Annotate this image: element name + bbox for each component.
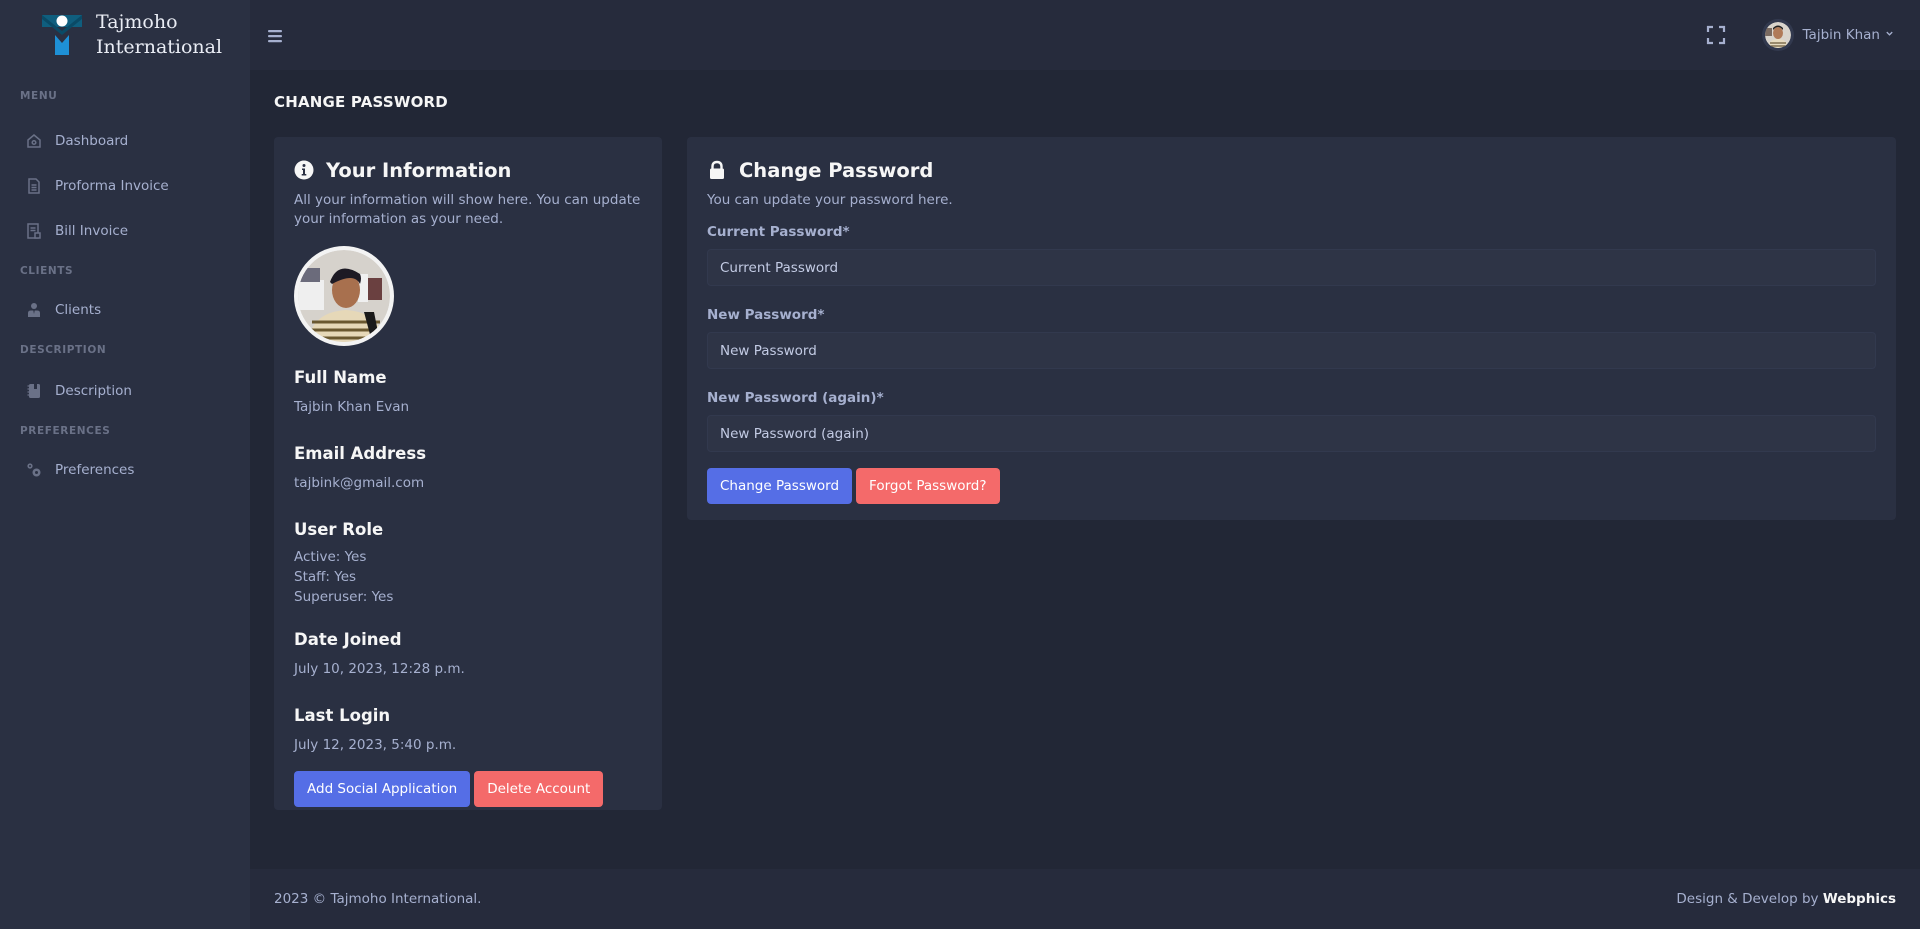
gears-icon xyxy=(25,461,43,479)
your-information-card: Your Information All your information wi… xyxy=(274,137,662,810)
sidebar-item-label: Bill Invoice xyxy=(55,222,129,239)
role-superuser: Superuser: Yes xyxy=(294,589,394,605)
menu-toggle-icon[interactable] xyxy=(268,28,284,43)
brand-logo-icon xyxy=(40,13,84,57)
sidebar-item-label: Preferences xyxy=(55,461,135,478)
lock-icon xyxy=(707,160,727,180)
last-login-value: July 12, 2023, 5:40 p.m. xyxy=(294,737,457,753)
sidebar-item-label: Description xyxy=(55,382,132,399)
menu-section-title: PREFERENCES xyxy=(20,425,111,437)
full-name-value: Tajbin Khan Evan xyxy=(294,399,410,415)
page-title: CHANGE PASSWORD xyxy=(274,93,448,111)
home-icon xyxy=(25,132,43,150)
sidebar-item-label: Proforma Invoice xyxy=(55,177,169,194)
menu-section-title: CLIENTS xyxy=(20,265,74,277)
date-joined-label: Date Joined xyxy=(294,630,402,649)
notebook-icon xyxy=(25,382,43,400)
delete-account-button[interactable]: Delete Account xyxy=(474,771,604,807)
user-name[interactable]: Tajbin Khan xyxy=(1803,27,1880,43)
menu-section-title: DESCRIPTION xyxy=(20,344,107,356)
current-password-label: Current Password* xyxy=(707,224,850,240)
new-password-again-input[interactable] xyxy=(707,415,1876,452)
new-password-label: New Password* xyxy=(707,307,825,323)
sidebar-item-label: Dashboard xyxy=(55,132,129,149)
footer-copyright: 2023 © Tajmoho International. xyxy=(274,891,482,907)
current-password-input[interactable] xyxy=(707,249,1876,286)
role-active: Active: Yes xyxy=(294,549,367,565)
card-title: Your Information xyxy=(294,155,642,185)
footer-credit: Design & Develop by Webphics xyxy=(1676,891,1896,907)
brand-name: Tajmoho International xyxy=(96,10,222,60)
card-title: Change Password xyxy=(707,155,1876,185)
sidebar-item-proforma-invoice[interactable]: Proforma Invoice xyxy=(0,163,250,208)
sidebar-item-description[interactable]: Description xyxy=(0,368,250,413)
card-title-text: Change Password xyxy=(739,158,934,182)
brand[interactable]: Tajmoho International xyxy=(0,0,250,70)
sidebar-item-label: Clients xyxy=(55,301,102,318)
card-subtitle: All your information will show here. You… xyxy=(294,192,641,227)
fullscreen-icon[interactable] xyxy=(1706,25,1726,45)
forgot-password-button[interactable]: Forgot Password? xyxy=(856,468,1000,504)
sidebar-item-clients[interactable]: Clients xyxy=(0,287,250,332)
sidebar-item-bill-invoice[interactable]: Bill Invoice xyxy=(0,208,250,253)
email-label: Email Address xyxy=(294,444,427,463)
password-actions: Change Password Forgot Password? xyxy=(707,468,1876,504)
user-role-values: Active: Yes Staff: Yes Superuser: Yes xyxy=(294,547,642,607)
new-password-again-label: New Password (again)* xyxy=(707,390,884,406)
info-actions: Add Social Application Delete Account xyxy=(294,771,642,807)
receipt-icon xyxy=(25,222,43,240)
chevron-down-icon[interactable] xyxy=(1885,29,1894,41)
card-subtitle: You can update your password here. xyxy=(707,192,953,208)
menu-section-title: MENU xyxy=(20,90,58,102)
full-name-label: Full Name xyxy=(294,368,387,387)
add-social-application-button[interactable]: Add Social Application xyxy=(294,771,471,807)
user-role-label: User Role xyxy=(294,520,384,539)
sidebar: Tajmoho International MENU Dashboard Pro… xyxy=(0,0,250,929)
topbar: Tajbin Khan xyxy=(250,0,1920,70)
brand-name-line1: Tajmoho xyxy=(96,11,178,33)
profile-photo xyxy=(294,246,394,346)
topbar-right: Tajbin Khan xyxy=(1706,19,1894,51)
info-circle-icon xyxy=(294,160,314,180)
role-staff: Staff: Yes xyxy=(294,569,357,585)
last-login-label: Last Login xyxy=(294,706,391,725)
change-password-button[interactable]: Change Password xyxy=(707,468,853,504)
footer-credit-brand-link[interactable]: Webphics xyxy=(1823,891,1896,907)
document-icon xyxy=(25,177,43,195)
new-password-input[interactable] xyxy=(707,332,1876,369)
change-password-card: Change Password You can update your pass… xyxy=(687,137,1896,520)
brand-name-line2: International xyxy=(96,36,223,58)
sidebar-item-preferences[interactable]: Preferences xyxy=(0,447,250,492)
footer: 2023 © Tajmoho International. Design & D… xyxy=(250,869,1920,929)
footer-credit-prefix: Design & Develop by xyxy=(1676,891,1823,907)
user-avatar[interactable] xyxy=(1761,19,1794,51)
sidebar-item-dashboard[interactable]: Dashboard xyxy=(0,118,250,163)
card-title-text: Your Information xyxy=(326,158,512,182)
user-tie-icon xyxy=(25,301,43,319)
date-joined-value: July 10, 2023, 12:28 p.m. xyxy=(294,661,465,677)
email-value: tajbink@gmail.com xyxy=(294,475,425,491)
